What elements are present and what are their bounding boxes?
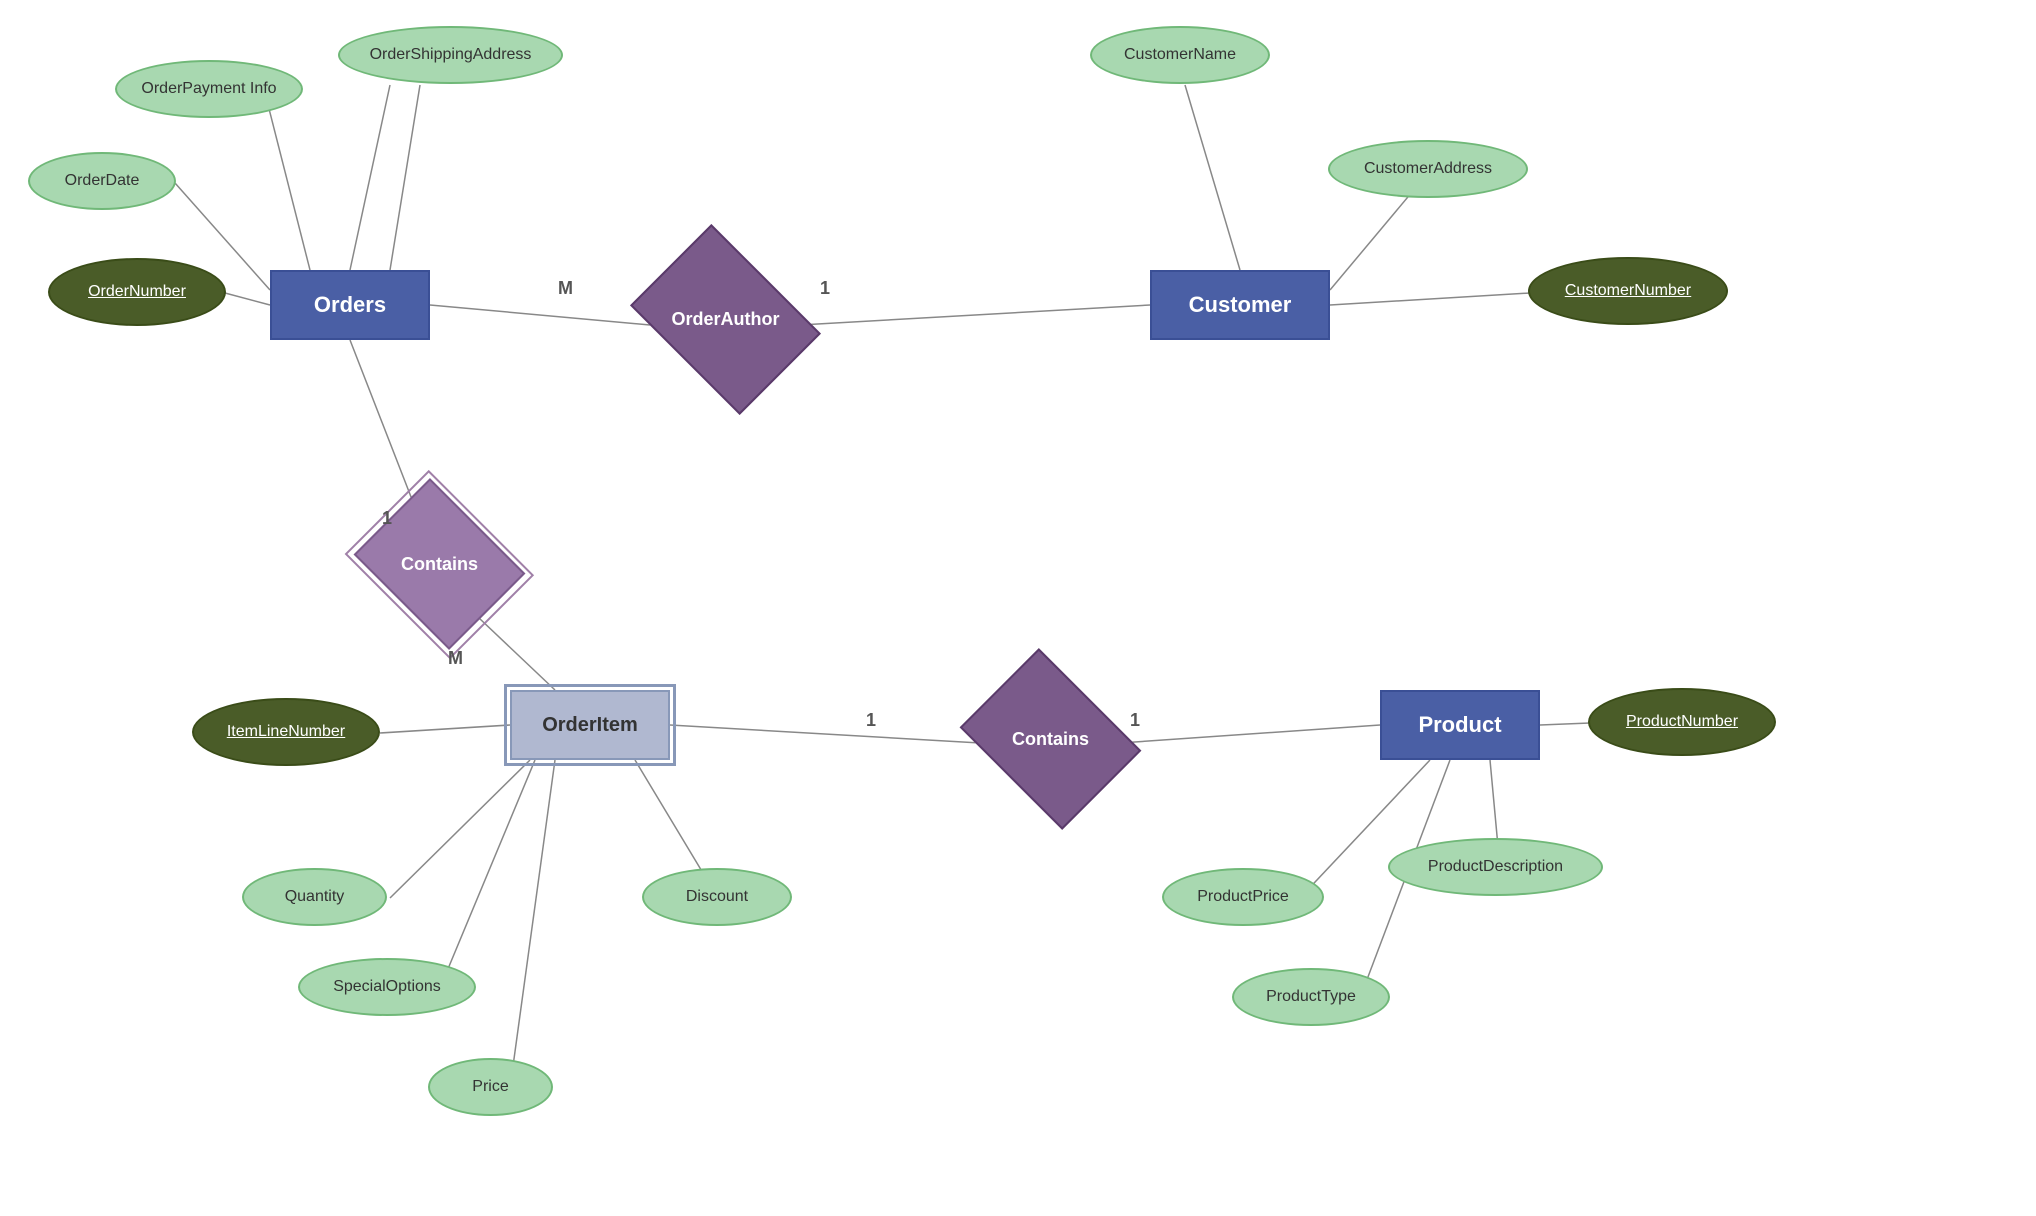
entity-orders[interactable]: Orders — [270, 270, 430, 340]
entity-customer[interactable]: Customer — [1150, 270, 1330, 340]
attr-customername: CustomerName — [1090, 26, 1270, 84]
attr-ordernumber: OrderNumber — [48, 258, 226, 326]
attr-productnumber: ProductNumber — [1588, 688, 1776, 756]
attr-productprice: ProductPrice — [1162, 868, 1324, 926]
cardinality-1-contains2-right: 1 — [1130, 710, 1140, 731]
attr-discount: Discount — [642, 868, 792, 926]
attr-orderdate: OrderDate — [28, 152, 176, 210]
cardinality-1-contains1-top: 1 — [382, 508, 392, 529]
relationship-contains2[interactable]: Contains — [978, 683, 1123, 795]
cardinality-1-orderauthor-right: 1 — [820, 278, 830, 299]
entity-orderitem[interactable]: OrderItem — [510, 690, 670, 760]
entity-product[interactable]: Product — [1380, 690, 1540, 760]
attr-quantity: Quantity — [242, 868, 387, 926]
attr-orderpaymentinfo: OrderPayment Info — [115, 60, 303, 118]
attr-productdescription: ProductDescription — [1388, 838, 1603, 896]
er-diagram: Orders Customer Product OrderItem OrderA… — [0, 0, 2036, 1216]
cardinality-1-contains2-left: 1 — [866, 710, 876, 731]
attr-price: Price — [428, 1058, 553, 1116]
relationship-contains1[interactable]: Contains — [372, 510, 507, 618]
attr-specialoptions: SpecialOptions — [298, 958, 476, 1016]
cardinality-m-orderauthor-left: M — [558, 278, 573, 299]
attr-customeraddress: CustomerAddress — [1328, 140, 1528, 198]
connection-lines — [0, 0, 2036, 1216]
attr-customernumber: CustomerNumber — [1528, 257, 1728, 325]
attr-producttype: ProductType — [1232, 968, 1390, 1026]
relationship-orderauthor[interactable]: OrderAuthor — [648, 262, 803, 377]
cardinality-m-contains1-bottom: M — [448, 648, 463, 669]
attr-ordershippingaddress: OrderShippingAddress — [338, 26, 563, 84]
attr-itemlinenumber: ItemLineNumber — [192, 698, 380, 766]
